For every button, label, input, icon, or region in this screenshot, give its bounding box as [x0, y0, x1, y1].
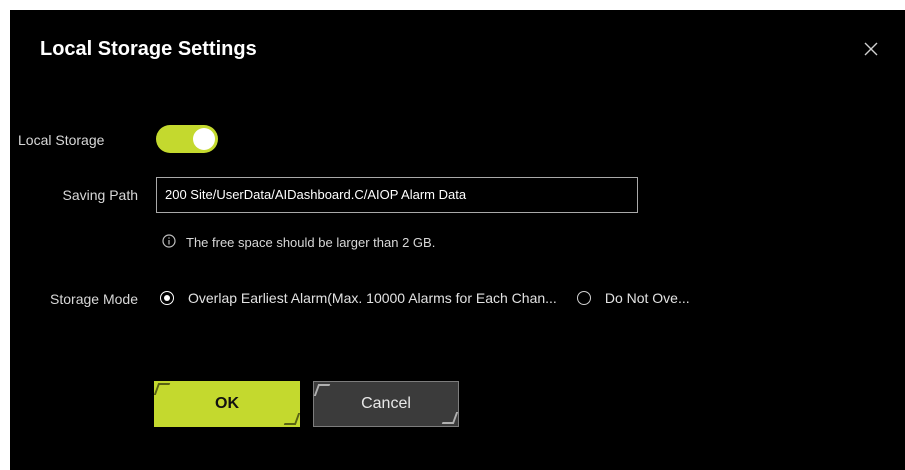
storage-mode-option-overlap[interactable]: Overlap Earliest Alarm(Max. 10000 Alarms… — [160, 290, 557, 306]
option-label: Overlap Earliest Alarm(Max. 10000 Alarms… — [188, 290, 557, 306]
radio-checked-icon[interactable] — [160, 291, 174, 305]
storage-mode-option-do-not-overwrite[interactable]: Do Not Ove... — [576, 290, 690, 306]
dialog-title: Local Storage Settings — [40, 38, 257, 60]
ok-button-label: OK — [215, 395, 239, 412]
close-icon[interactable] — [860, 38, 882, 60]
saving-path-input[interactable]: 200 Site/UserData/AIDashboard.C/AIOP Ala… — [156, 177, 638, 213]
local-storage-label: Local Storage — [18, 132, 105, 148]
ok-button[interactable]: OK — [153, 381, 301, 427]
info-icon — [162, 234, 176, 251]
local-storage-settings-dialog: Local Storage Settings Local Storage Sav… — [10, 10, 905, 470]
cancel-button[interactable]: Cancel — [313, 381, 459, 427]
storage-mode-radio-group: Overlap Earliest Alarm(Max. 10000 Alarms… — [160, 290, 690, 306]
corner-accent — [153, 383, 171, 395]
saving-path-label: Saving Path — [62, 187, 139, 203]
free-space-hint: The free space should be larger than 2 G… — [162, 234, 435, 251]
hint-text: The free space should be larger than 2 G… — [186, 235, 436, 250]
corner-accent — [313, 384, 331, 396]
local-storage-toggle[interactable] — [156, 125, 218, 153]
corner-accent — [283, 413, 301, 425]
cancel-button-label: Cancel — [361, 395, 411, 412]
corner-accent — [441, 412, 459, 424]
option-label: Do Not Ove... — [604, 290, 690, 306]
toggle-knob — [193, 128, 215, 150]
storage-mode-label: Storage Mode — [50, 291, 138, 307]
radio-unchecked-icon[interactable] — [576, 291, 591, 305]
